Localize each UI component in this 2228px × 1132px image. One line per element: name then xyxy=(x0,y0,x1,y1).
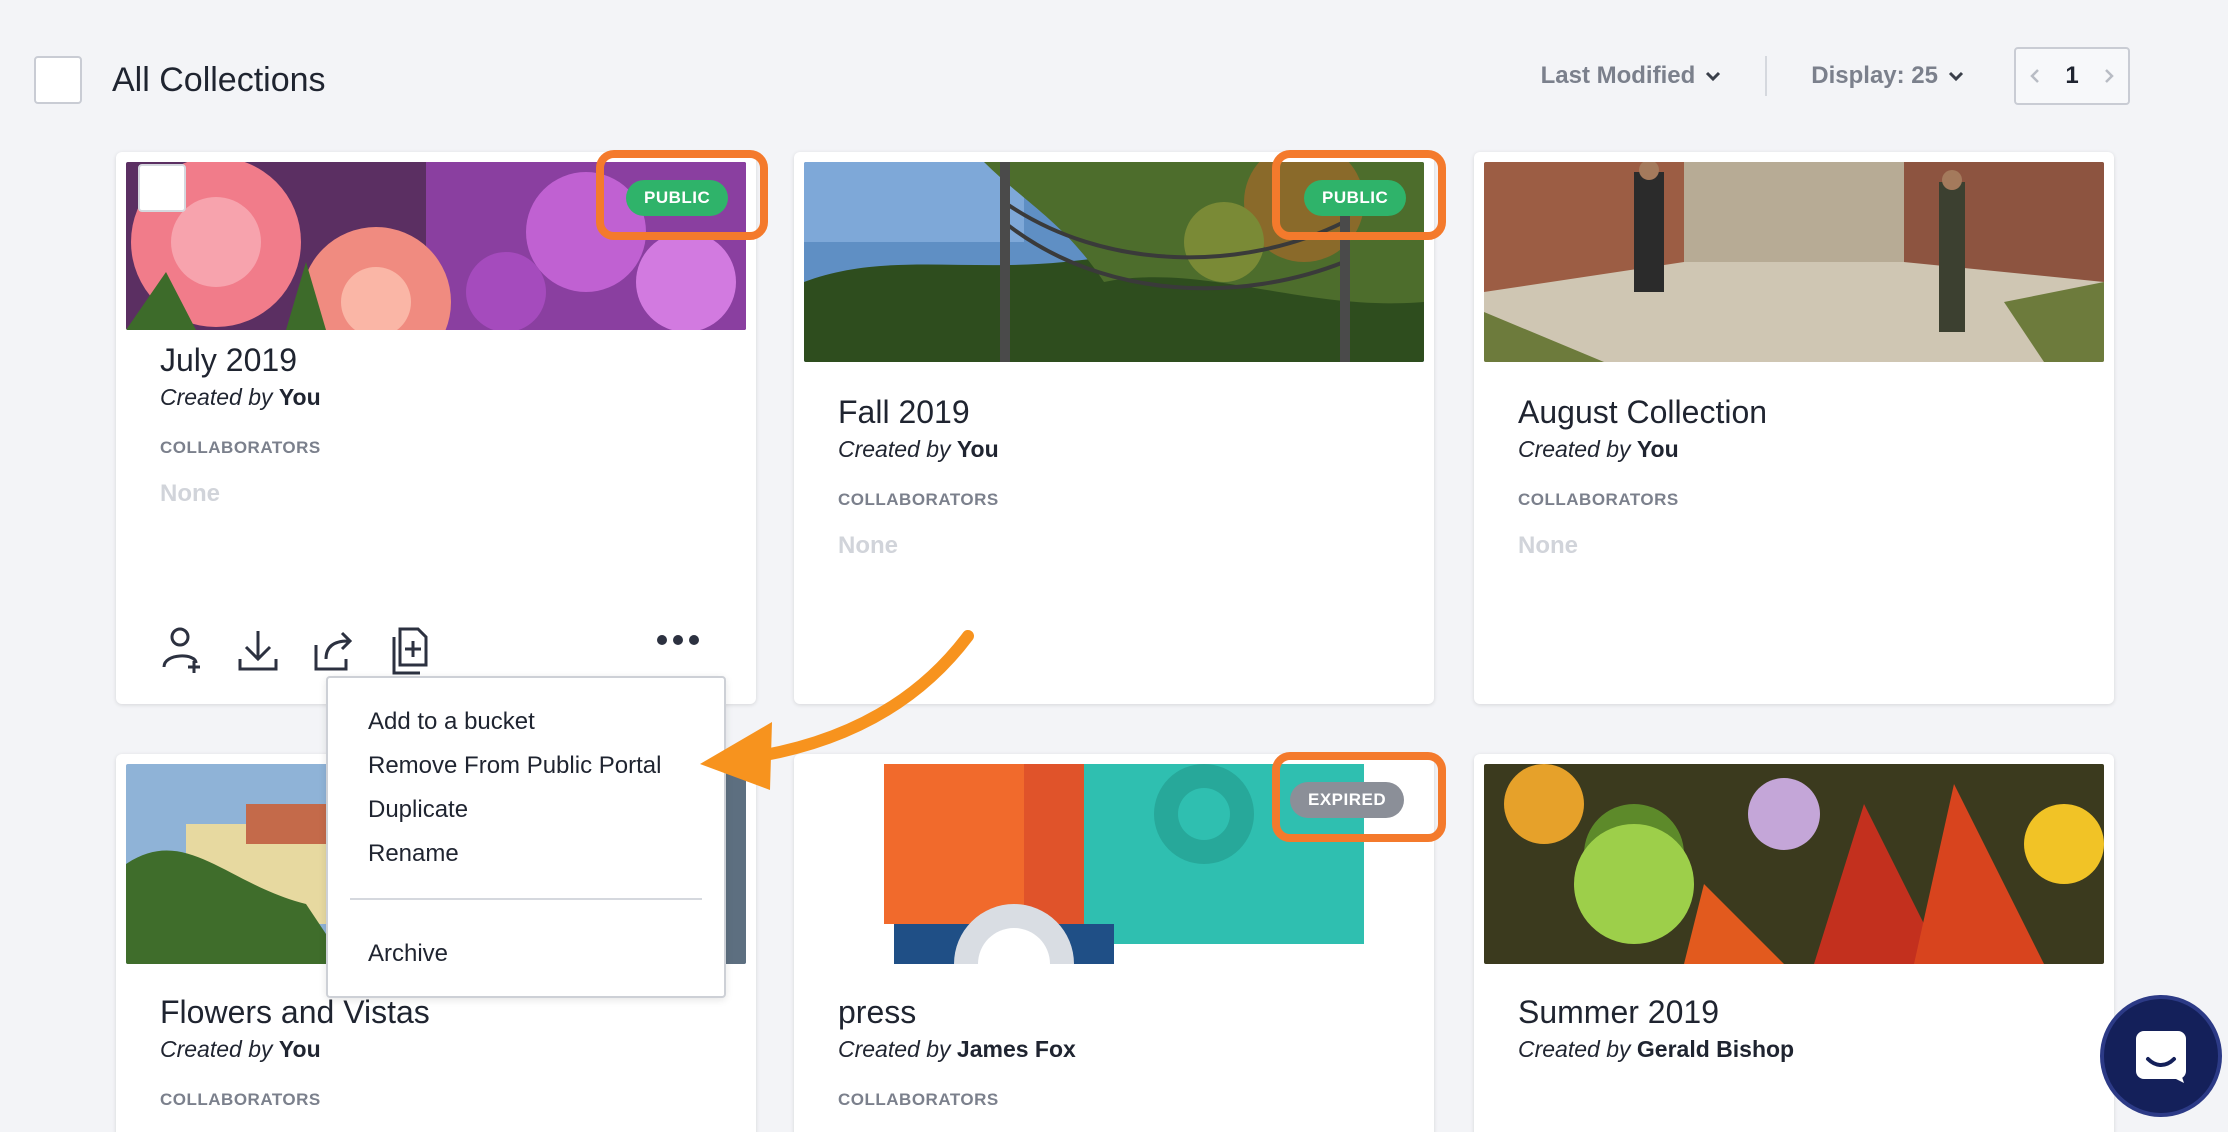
chevron-down-icon xyxy=(1706,71,1721,82)
created-by: Created by You xyxy=(1518,436,1679,462)
collection-title[interactable]: August Collection xyxy=(1518,394,1767,431)
more-dots-icon[interactable] xyxy=(656,634,700,646)
created-by: Created by Gerald Bishop xyxy=(1518,1036,1795,1062)
collection-card[interactable]: Summer 2019 Created by Gerald Bishop xyxy=(1474,754,2114,1132)
menu-divider xyxy=(350,898,702,900)
created-by: Created by You xyxy=(838,436,999,462)
collaborators-value: None xyxy=(160,480,220,507)
pagination: 1 xyxy=(2014,47,2130,105)
chat-launcher[interactable] xyxy=(2100,995,2222,1117)
menu-item-rename[interactable]: Rename xyxy=(368,840,459,868)
select-all-checkbox[interactable] xyxy=(34,56,82,104)
context-menu: Add to a bucket Remove From Public Porta… xyxy=(326,676,726,998)
creator-name: You xyxy=(278,384,321,410)
collaborators-value: None xyxy=(838,532,898,559)
creator-name: You xyxy=(278,1036,321,1062)
collaborators-label: COLLABORATORS xyxy=(838,1090,999,1109)
collaborators-label: COLLABORATORS xyxy=(838,490,999,509)
collection-title[interactable]: press xyxy=(838,994,916,1031)
creator-name: You xyxy=(1636,436,1679,462)
created-by: Created by James Fox xyxy=(838,1036,1076,1062)
page-title: All Collections xyxy=(112,61,326,99)
chevron-left-icon[interactable] xyxy=(2028,69,2042,83)
creator-name: You xyxy=(956,436,999,462)
share-icon[interactable] xyxy=(312,625,356,675)
card-actions xyxy=(160,622,432,678)
sort-label: Last Modified xyxy=(1540,62,1696,89)
collection-thumbnail xyxy=(1484,162,2104,362)
created-by: Created by You xyxy=(160,1036,321,1062)
menu-item-archive[interactable]: Archive xyxy=(368,940,448,968)
toolbar: Last Modified Display: 25 1 xyxy=(1541,46,2130,106)
collaborators-label: COLLABORATORS xyxy=(160,1090,321,1109)
chevron-down-icon xyxy=(1948,71,1964,82)
display-dropdown[interactable]: Display: 25 xyxy=(1811,62,1964,90)
creator-name: Gerald Bishop xyxy=(1636,1036,1795,1062)
creator-name: James Fox xyxy=(956,1036,1076,1062)
collaborators-label: COLLABORATORS xyxy=(160,438,321,457)
card-checkbox[interactable] xyxy=(138,164,186,212)
collection-card[interactable]: August Collection Created by You COLLABO… xyxy=(1474,152,2114,704)
display-label: Display: 25 xyxy=(1811,62,1938,89)
collaborators-value: None xyxy=(1518,532,1578,559)
collection-title[interactable]: Summer 2019 xyxy=(1518,994,1719,1031)
menu-item-add-to-bucket[interactable]: Add to a bucket xyxy=(368,708,535,736)
download-icon[interactable] xyxy=(236,625,280,675)
collection-title[interactable]: Flowers and Vistas xyxy=(160,994,430,1031)
created-by: Created by You xyxy=(160,384,321,410)
collaborators-label: COLLABORATORS xyxy=(1518,490,1679,509)
page-number[interactable]: 1 xyxy=(2065,62,2078,90)
chevron-right-icon[interactable] xyxy=(2102,69,2116,83)
collection-title[interactable]: Fall 2019 xyxy=(838,394,970,431)
collection-thumbnail xyxy=(1484,764,2104,964)
duplicate-icon[interactable] xyxy=(388,625,432,675)
toolbar-divider xyxy=(1765,56,1768,96)
highlight-box xyxy=(1272,150,1446,240)
chat-icon xyxy=(2136,1031,2186,1083)
sort-dropdown[interactable]: Last Modified xyxy=(1541,62,1722,90)
add-collaborator-icon[interactable] xyxy=(160,625,204,675)
collection-title[interactable]: July 2019 xyxy=(160,342,297,379)
menu-item-remove-from-public-portal[interactable]: Remove From Public Portal xyxy=(368,752,661,780)
highlight-box xyxy=(596,150,768,240)
menu-item-duplicate[interactable]: Duplicate xyxy=(368,796,468,824)
highlight-box xyxy=(1272,752,1446,842)
